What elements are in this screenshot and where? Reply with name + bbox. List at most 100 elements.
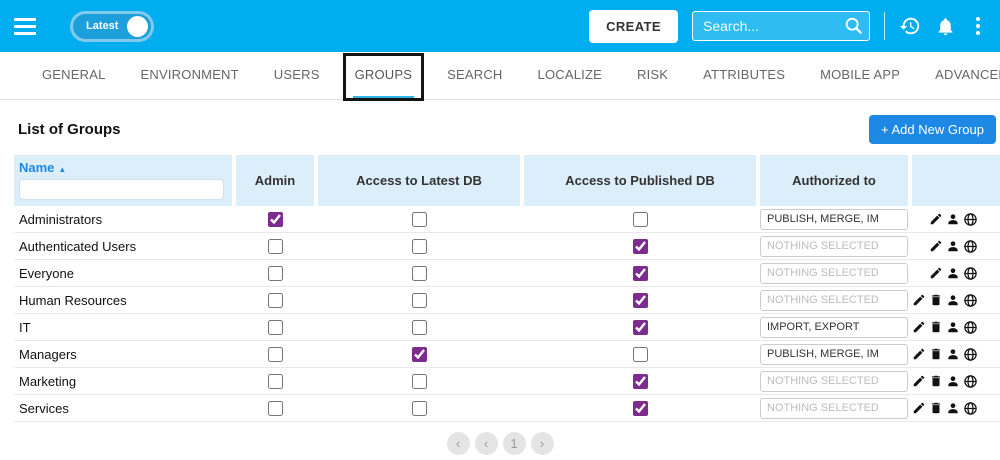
user-icon[interactable] (946, 347, 960, 362)
edit-icon[interactable] (929, 212, 943, 227)
notifications-icon[interactable] (935, 16, 956, 37)
edit-icon[interactable] (912, 374, 926, 389)
page-header: List of Groups + Add New Group (0, 100, 1000, 155)
globe-icon[interactable] (963, 266, 978, 281)
admin-checkbox[interactable] (268, 320, 283, 335)
latest-db-checkbox[interactable] (412, 320, 427, 335)
latest-db-checkbox[interactable] (412, 374, 427, 389)
authorized-to-select[interactable]: NOTHING SELECTED (760, 290, 908, 311)
topbar-actions: CREATE (589, 10, 986, 43)
user-icon[interactable] (946, 266, 960, 281)
admin-checkbox[interactable] (268, 293, 283, 308)
user-icon[interactable] (946, 239, 960, 254)
globe-icon[interactable] (963, 320, 978, 335)
authorized-to-select[interactable]: NOTHING SELECTED (760, 398, 908, 419)
admin-checkbox[interactable] (268, 347, 283, 362)
delete-icon[interactable] (929, 401, 943, 416)
globe-icon[interactable] (963, 212, 978, 227)
admin-checkbox[interactable] (268, 212, 283, 227)
delete-icon[interactable] (929, 293, 943, 308)
delete-icon[interactable] (929, 374, 943, 389)
row-actions (912, 239, 1000, 254)
tab-mobile-app[interactable]: MOBILE APP (818, 52, 902, 99)
latest-toggle[interactable]: Latest (70, 11, 154, 42)
user-icon[interactable] (946, 212, 960, 227)
authorized-to-select[interactable]: NOTHING SELECTED (760, 263, 908, 284)
latest-db-checkbox[interactable] (412, 212, 427, 227)
edit-icon[interactable] (912, 293, 926, 308)
user-icon[interactable] (946, 401, 960, 416)
latest-db-checkbox[interactable] (412, 266, 427, 281)
column-header-admin[interactable]: Admin (236, 155, 314, 206)
group-name: Everyone (14, 266, 232, 281)
add-new-group-button[interactable]: + Add New Group (869, 115, 996, 144)
published-db-checkbox[interactable] (633, 266, 648, 281)
admin-checkbox[interactable] (268, 239, 283, 254)
globe-icon[interactable] (963, 347, 978, 362)
next-page-button[interactable]: › (531, 432, 554, 455)
published-db-checkbox[interactable] (633, 212, 648, 227)
page-button-1[interactable]: 1 (503, 432, 526, 455)
delete-icon[interactable] (929, 320, 943, 335)
prev-page-button[interactable]: ‹ (475, 432, 498, 455)
tab-advanced[interactable]: ADVANCED (933, 52, 1000, 99)
search-icon[interactable] (843, 15, 865, 42)
history-icon[interactable] (899, 15, 921, 37)
tab-search[interactable]: SEARCH (445, 52, 504, 99)
authorized-to-select[interactable]: IMPORT, EXPORT (760, 317, 908, 338)
globe-icon[interactable] (963, 239, 978, 254)
admin-checkbox[interactable] (268, 401, 283, 416)
globe-icon[interactable] (963, 374, 978, 389)
groups-table-body: AdministratorsPUBLISH, MERGE, IMAuthenti… (14, 206, 1000, 422)
edit-icon[interactable] (912, 320, 926, 335)
globe-icon[interactable] (963, 401, 978, 416)
delete-icon[interactable] (929, 347, 943, 362)
authorized-to-select[interactable]: PUBLISH, MERGE, IM (760, 344, 908, 365)
published-db-checkbox[interactable] (633, 401, 648, 416)
sort-by-name[interactable]: Name ▲ (19, 160, 224, 175)
authorized-to-select[interactable]: NOTHING SELECTED (760, 236, 908, 257)
user-icon[interactable] (946, 293, 960, 308)
tab-attributes[interactable]: ATTRIBUTES (701, 52, 787, 99)
name-column-label: Name (19, 160, 54, 175)
published-db-checkbox[interactable] (633, 239, 648, 254)
group-name: Managers (14, 347, 232, 362)
latest-db-checkbox[interactable] (412, 239, 427, 254)
edit-icon[interactable] (912, 347, 926, 362)
user-icon[interactable] (946, 320, 960, 335)
published-db-checkbox[interactable] (633, 347, 648, 362)
authorized-to-select[interactable]: PUBLISH, MERGE, IM (760, 209, 908, 230)
published-db-checkbox[interactable] (633, 320, 648, 335)
row-actions (912, 266, 1000, 281)
sort-asc-icon: ▲ (58, 165, 66, 174)
tab-users[interactable]: USERS (272, 52, 322, 99)
tab-risk[interactable]: RISK (635, 52, 670, 99)
top-navigation-bar: Latest CREATE (0, 0, 1000, 52)
edit-icon[interactable] (929, 266, 943, 281)
menu-icon[interactable] (14, 18, 36, 35)
user-icon[interactable] (946, 374, 960, 389)
latest-db-checkbox[interactable] (412, 401, 427, 416)
table-row: Managers PUBLISH, MERGE, IM (14, 341, 1000, 368)
admin-checkbox[interactable] (268, 266, 283, 281)
column-header-published-db[interactable]: Access to Published DB (524, 155, 756, 206)
first-page-button[interactable]: ‹ (447, 432, 470, 455)
latest-db-checkbox[interactable] (412, 293, 427, 308)
edit-icon[interactable] (912, 401, 926, 416)
edit-icon[interactable] (929, 239, 943, 254)
tab-general[interactable]: GENERAL (40, 52, 108, 99)
globe-icon[interactable] (963, 293, 978, 308)
latest-db-checkbox[interactable] (412, 347, 427, 362)
tab-localize[interactable]: LOCALIZE (536, 52, 604, 99)
authorized-to-select[interactable]: NOTHING SELECTED (760, 371, 908, 392)
published-db-checkbox[interactable] (633, 293, 648, 308)
admin-checkbox[interactable] (268, 374, 283, 389)
column-header-latest-db[interactable]: Access to Latest DB (318, 155, 520, 206)
tab-environment[interactable]: ENVIRONMENT (139, 52, 241, 99)
published-db-checkbox[interactable] (633, 374, 648, 389)
more-options-icon[interactable] (970, 15, 986, 37)
name-filter-input[interactable] (19, 179, 224, 200)
tab-groups[interactable]: GROUPS (353, 52, 415, 99)
create-button[interactable]: CREATE (589, 10, 678, 43)
column-header-authorized-to[interactable]: Authorized to (760, 155, 908, 206)
